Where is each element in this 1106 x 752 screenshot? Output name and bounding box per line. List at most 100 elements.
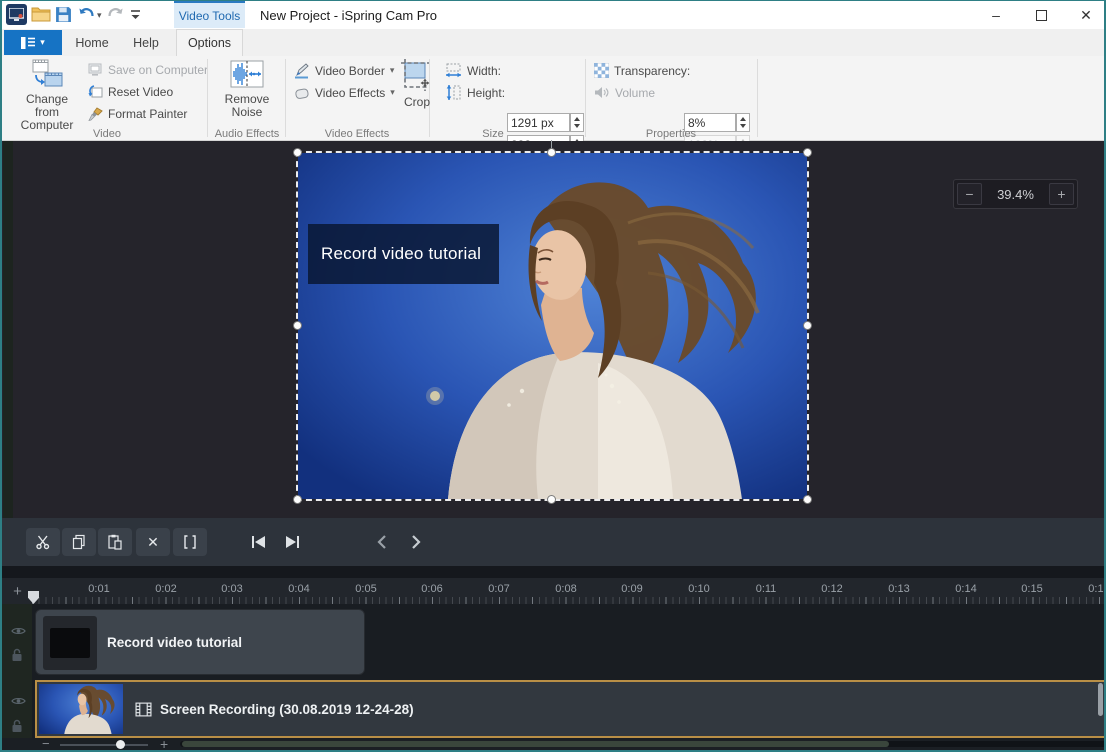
video-clip-icon	[135, 702, 152, 717]
track2-lock-icon[interactable]	[11, 719, 23, 733]
timeline-zoom-in-button[interactable]: +	[160, 736, 168, 752]
remove-noise-button[interactable]: Remove Noise	[216, 58, 278, 119]
previous-frame-button[interactable]	[242, 528, 274, 556]
split-button[interactable]	[173, 528, 207, 556]
track1-visibility-eye-icon[interactable]	[11, 626, 26, 636]
next-frame-icon	[284, 535, 301, 549]
transparency-row: Transparency:	[594, 62, 690, 79]
ruler-tick: 0:06	[421, 583, 442, 595]
save-icon[interactable]	[55, 6, 72, 28]
ruler-tick: 0:16	[1088, 583, 1106, 595]
transparency-icon	[594, 63, 609, 78]
format-painter-icon	[88, 107, 103, 121]
title-bar: ▾ Video Tools New Project - iSpring Cam …	[2, 1, 1104, 29]
step-back-button[interactable]	[366, 528, 398, 556]
cut-button[interactable]	[26, 528, 60, 556]
video-border-button[interactable]: Video Border ▾	[294, 62, 394, 79]
reset-video-button[interactable]: Reset Video	[88, 83, 173, 100]
spin-up-icon[interactable]	[740, 117, 746, 121]
group-separator	[285, 59, 286, 137]
video-preview[interactable]: Record video tutorial	[298, 153, 807, 499]
step-forward-button[interactable]	[400, 528, 432, 556]
add-track-button[interactable]: +	[9, 583, 26, 600]
timeline-horizontal-scrollbar[interactable]	[180, 741, 1106, 747]
title-clip-label: Record video tutorial	[107, 635, 242, 650]
zoom-out-button[interactable]: −	[957, 183, 982, 205]
crop-button[interactable]: Crop	[397, 58, 437, 109]
resize-handle-ne[interactable]	[803, 148, 812, 157]
ruler-tick: 0:15	[1021, 583, 1042, 595]
undo-icon[interactable]	[78, 6, 95, 26]
group-separator	[207, 59, 208, 137]
video-tools-contextual-tab[interactable]: Video Tools	[174, 1, 245, 28]
spin-up-icon[interactable]	[574, 117, 580, 121]
video-group-label: Video	[42, 128, 172, 140]
recording-clip-thumbnail	[39, 684, 123, 734]
resize-handle-n[interactable]	[547, 148, 556, 157]
transparency-spinner[interactable]	[736, 113, 750, 132]
track1-lock-icon[interactable]	[11, 648, 23, 662]
change-from-computer-icon	[30, 58, 64, 90]
ruler-tick: 0:11	[756, 583, 777, 595]
file-menu-button[interactable]: ▾	[4, 30, 62, 55]
timeline-clip-screen-recording[interactable]: Screen Recording (30.08.2019 12-24-28)	[35, 680, 1106, 738]
resize-handle-w[interactable]	[293, 321, 302, 330]
ruler-tick: 0:13	[888, 583, 909, 595]
tab-home[interactable]: Home	[68, 29, 116, 56]
spin-down-icon[interactable]	[740, 124, 746, 128]
paste-button[interactable]	[98, 528, 132, 556]
customize-toolbar-icon[interactable]	[130, 8, 141, 26]
open-project-icon[interactable]	[31, 6, 51, 27]
format-painter-button[interactable]: Format Painter	[88, 105, 187, 122]
change-from-computer-button[interactable]: Change from Computer	[14, 58, 80, 132]
tab-help[interactable]: Help	[122, 29, 170, 56]
app-window: ▾ Video Tools New Project - iSpring Cam …	[0, 0, 1106, 752]
timeline-ruler[interactable]: 0:01 0:02 0:03 0:04 0:05 0:06 0:07 0:08 …	[2, 578, 1104, 604]
spin-down-icon[interactable]	[574, 124, 580, 128]
next-frame-button[interactable]	[276, 528, 308, 556]
minimize-button[interactable]: –	[980, 4, 1012, 26]
ruler-tick: 0:14	[955, 583, 976, 595]
remove-noise-icon	[229, 58, 265, 90]
resize-handle-nw[interactable]	[293, 148, 302, 157]
timeline-zoom-slider[interactable]	[60, 744, 148, 746]
width-spinner[interactable]	[570, 113, 584, 132]
resize-handle-s[interactable]	[547, 495, 556, 504]
window-title: New Project - iSpring Cam Pro	[260, 8, 437, 23]
width-icon	[445, 63, 462, 78]
timeline-zoom-slider-thumb[interactable]	[116, 740, 125, 749]
width-label: Width:	[467, 64, 501, 78]
undo-dropdown-icon[interactable]: ▾	[97, 11, 102, 20]
timeline-vertical-scrollbar[interactable]	[1098, 683, 1103, 716]
resize-handle-e[interactable]	[803, 321, 812, 330]
copy-button[interactable]	[62, 528, 96, 556]
close-button[interactable]: ✕	[1070, 4, 1102, 26]
resize-handle-sw[interactable]	[293, 495, 302, 504]
editor-canvas: Record video tutorial − 39.4% +	[2, 141, 1104, 518]
ruler-tick: 0:02	[155, 583, 176, 595]
remove-noise-label-2: Noise	[232, 106, 263, 119]
video-border-dropdown-icon: ▾	[390, 66, 395, 75]
video-effects-dropdown-icon: ▾	[390, 88, 395, 97]
timeline-clip-title[interactable]: Record video tutorial	[35, 609, 365, 675]
title-overlay-clip[interactable]: Record video tutorial	[308, 224, 499, 284]
track2-visibility-eye-icon[interactable]	[11, 696, 26, 706]
recording-clip-label: Screen Recording (30.08.2019 12-24-28)	[160, 702, 414, 717]
tab-options[interactable]: Options	[176, 29, 243, 56]
video-effects-button[interactable]: Video Effects ▾	[294, 84, 395, 101]
ruler-tick: 0:07	[488, 583, 509, 595]
delete-button[interactable]: ✕	[136, 528, 170, 556]
save-on-computer-button: Save on Computer	[88, 61, 208, 78]
save-on-computer-label: Save on Computer	[108, 63, 208, 77]
video-border-icon	[294, 63, 310, 79]
timeline-top-strip	[2, 566, 1104, 578]
video-effects-icon	[294, 85, 310, 101]
timeline-horizontal-scrollbar-thumb[interactable]	[182, 741, 889, 747]
zoom-in-button[interactable]: +	[1049, 183, 1074, 205]
app-icon[interactable]	[6, 4, 27, 25]
timeline-zoom-out-button[interactable]: −	[42, 736, 50, 751]
canvas-left-strip	[3, 141, 13, 518]
resize-handle-se[interactable]	[803, 495, 812, 504]
maximize-button[interactable]	[1025, 4, 1057, 26]
delete-icon: ✕	[147, 534, 159, 551]
